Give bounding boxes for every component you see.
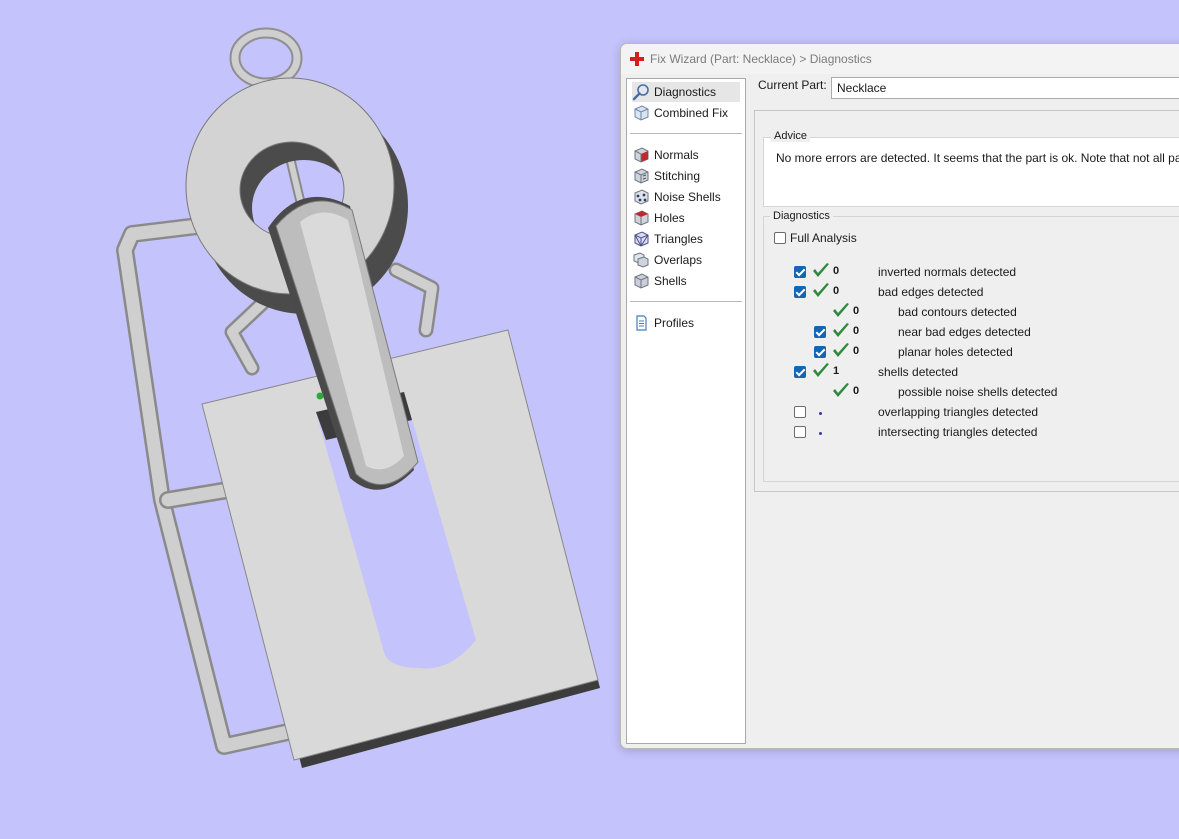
green-check-icon — [833, 323, 849, 337]
diagnostic-label: shells detected — [878, 365, 959, 379]
green-check-icon — [813, 263, 829, 277]
full-analysis-checkbox[interactable] — [774, 232, 786, 244]
diagnostic-checkbox[interactable] — [814, 326, 826, 338]
diagnostic-label: bad contours detected — [898, 305, 1017, 319]
shells-cube-icon — [634, 273, 649, 289]
diagnostic-count: 0 — [853, 305, 860, 317]
nav-separator — [630, 301, 742, 302]
holes-cube-icon — [634, 210, 649, 226]
red-cross-icon — [630, 52, 644, 66]
cube-icon — [634, 105, 649, 121]
necklace-model[interactable] — [116, 27, 600, 768]
nav-item-diagnostics[interactable]: Diagnostics — [632, 82, 740, 102]
diagnostics-title: Diagnostics — [770, 210, 833, 222]
nav-item-shells[interactable]: Shells — [632, 271, 740, 291]
diagnostic-checkbox[interactable] — [794, 286, 806, 298]
diagnostic-label: planar holes detected — [898, 345, 1013, 359]
current-part-label: Current Part: — [758, 78, 827, 92]
diagnostic-count: 0 — [853, 325, 860, 337]
diagnostic-checkbox[interactable] — [794, 406, 806, 418]
nav-item-profiles[interactable]: Profiles — [632, 313, 740, 333]
nav-item-overlaps[interactable]: Overlaps — [632, 250, 740, 270]
diagnostic-checkbox[interactable] — [814, 346, 826, 358]
diagnostic-label: intersecting triangles detected — [878, 425, 1038, 439]
nav-item-stitching[interactable]: Stitching — [632, 166, 740, 186]
noise-shells-icon — [634, 189, 649, 205]
green-check-icon — [833, 343, 849, 357]
not-run-dot-icon — [819, 412, 822, 415]
normals-cube-icon — [634, 147, 649, 163]
diagnostic-label: overlapping triangles detected — [878, 405, 1039, 419]
green-check-icon — [813, 283, 829, 297]
diagnostic-count: 0 — [853, 345, 860, 357]
green-check-icon — [833, 303, 849, 317]
overlaps-icon — [633, 252, 649, 268]
diagnostic-label: possible noise shells detected — [898, 385, 1058, 399]
diagnostic-count: 0 — [833, 265, 840, 277]
green-check-icon — [833, 383, 849, 397]
title-bar[interactable]: Fix Wizard (Part: Necklace) > Diagnostic… — [621, 44, 1179, 74]
nav-separator — [630, 133, 742, 134]
nav-item-holes[interactable]: Holes — [632, 208, 740, 228]
diagnostic-checkbox[interactable] — [794, 426, 806, 438]
nav-item-normals[interactable]: Normals — [632, 145, 740, 165]
diagnostic-count: 0 — [833, 285, 840, 297]
nav-item-triangles[interactable]: Triangles — [632, 229, 740, 249]
diagnostic-label: bad edges detected — [878, 285, 984, 299]
current-part-field[interactable] — [831, 77, 1179, 99]
document-icon — [636, 315, 647, 331]
diagnostic-count: 0 — [853, 385, 860, 397]
advice-text: No more errors are detected. It seems th… — [776, 151, 1179, 165]
diagnostic-label: near bad edges detected — [898, 325, 1031, 339]
window-title: Fix Wizard (Part: Necklace) > Diagnostic… — [650, 52, 872, 66]
fix-wizard-dialog: Fix Wizard (Part: Necklace) > Diagnostic… — [620, 43, 1179, 749]
magnifier-icon — [632, 84, 649, 101]
nav-item-noise-shells[interactable]: Noise Shells — [632, 187, 740, 207]
full-analysis-label: Full Analysis — [790, 231, 857, 245]
nav-item-combined-fix[interactable]: Combined Fix — [632, 103, 740, 123]
not-run-dot-icon — [819, 432, 822, 435]
stitching-cube-icon — [634, 168, 649, 184]
advice-box — [763, 137, 1179, 207]
green-check-icon — [813, 363, 829, 377]
diagnostic-checkbox[interactable] — [794, 266, 806, 278]
triangles-cube-icon — [634, 231, 649, 247]
diagnostic-label: inverted normals detected — [878, 265, 1017, 279]
diagnostic-count: 1 — [833, 365, 840, 377]
diagnostic-checkbox[interactable] — [794, 366, 806, 378]
wizard-nav-panel: Diagnostics Combined Fix Normals Stitchi… — [626, 78, 746, 744]
advice-title: Advice — [771, 130, 811, 142]
